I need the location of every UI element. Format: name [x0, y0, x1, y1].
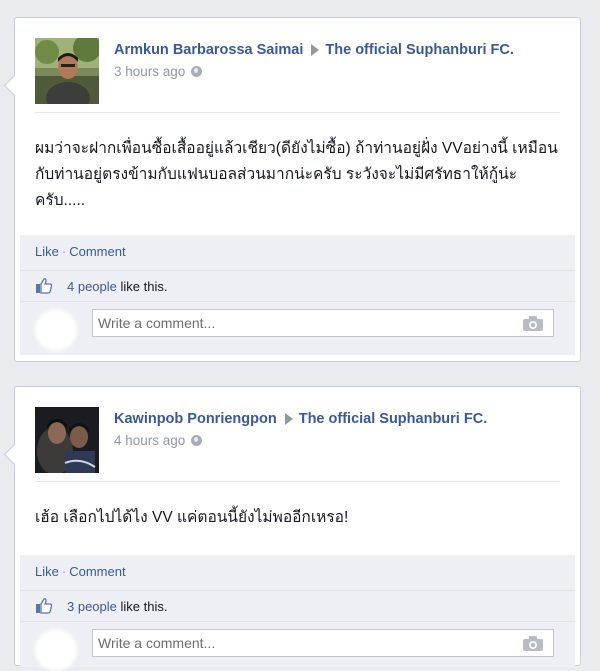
feed-post: Kawinpob Ponriengpon The official Suphanb…	[3, 386, 581, 671]
action-separator: ·	[61, 244, 67, 259]
globe-icon[interactable]	[191, 66, 203, 77]
thumbs-up-icon	[36, 598, 53, 614]
post-actions: Like · Comment	[35, 564, 575, 579]
comment-input[interactable]	[93, 630, 553, 656]
post-byline: Kawinpob Ponriengpon The official Suphanb…	[114, 409, 562, 450]
post-meta: 4 hours ago	[114, 431, 562, 450]
post-timestamp[interactable]: 3 hours ago	[114, 64, 185, 79]
post-feedback-area: Like · Comment 4 people like this.	[20, 235, 575, 355]
likes-count-link[interactable]: 3 people	[67, 599, 117, 614]
action-separator: ·	[61, 564, 67, 579]
post-meta: 3 hours ago	[114, 62, 562, 81]
author-avatar[interactable]	[35, 407, 99, 473]
feed-post: Armkun Barbarossa Saimai The official Sup…	[3, 17, 581, 362]
page-name-link[interactable]: The official Suphanburi FC.	[325, 42, 514, 58]
comment-input[interactable]	[93, 310, 553, 336]
comment-field[interactable]	[92, 309, 554, 337]
post-feedback-area: Like · Comment 3 people like this.	[20, 555, 575, 671]
commenter-avatar	[35, 629, 77, 671]
camera-icon[interactable]	[523, 636, 543, 651]
likes-summary: 4 people like this.	[67, 279, 167, 294]
thumbs-up-icon	[36, 278, 53, 294]
row-divider	[20, 301, 575, 302]
post-byline: Armkun Barbarossa Saimai The official Sup…	[114, 40, 562, 81]
globe-icon[interactable]	[191, 435, 203, 446]
likes-suffix: like this.	[116, 599, 168, 614]
author-name-link[interactable]: Kawinpob Ponriengpon	[114, 411, 277, 427]
likes-suffix: like this.	[116, 279, 168, 294]
camera-icon[interactable]	[523, 316, 543, 331]
post-pointer	[3, 74, 26, 97]
likes-summary: 3 people like this.	[67, 599, 167, 614]
comment-button[interactable]: Comment	[69, 244, 125, 259]
like-button[interactable]: Like	[35, 564, 59, 579]
post-pointer	[3, 443, 26, 466]
header-divider	[35, 112, 560, 113]
post-timestamp[interactable]: 4 hours ago	[114, 433, 185, 448]
likes-count-link[interactable]: 4 people	[67, 279, 117, 294]
row-divider	[20, 270, 575, 271]
row-divider	[20, 621, 575, 622]
post-header: Kawinpob Ponriengpon The official Suphanb…	[35, 407, 562, 477]
header-divider	[35, 481, 560, 482]
author-avatar[interactable]	[35, 38, 99, 104]
post-header: Armkun Barbarossa Saimai The official Sup…	[35, 38, 562, 108]
arrow-right-icon	[311, 44, 320, 57]
post-text: เฮ้อ เลือกไปได้ไง VV แค่ตอนนี้ยังไม่พออี…	[35, 509, 349, 526]
author-name-link[interactable]: Armkun Barbarossa Saimai	[114, 42, 303, 58]
row-divider	[20, 590, 575, 591]
post-actions: Like · Comment	[35, 244, 575, 259]
comment-field[interactable]	[92, 629, 554, 657]
page-name-link[interactable]: The official Suphanburi FC.	[299, 411, 488, 427]
commenter-avatar	[35, 309, 77, 351]
like-button[interactable]: Like	[35, 244, 59, 259]
comment-button[interactable]: Comment	[69, 564, 125, 579]
post-text: ผมว่าจะฝากเพื่อนซื้อเสื้ออยู่แล้วเชียว(ด…	[35, 140, 558, 209]
arrow-right-icon	[284, 413, 293, 426]
